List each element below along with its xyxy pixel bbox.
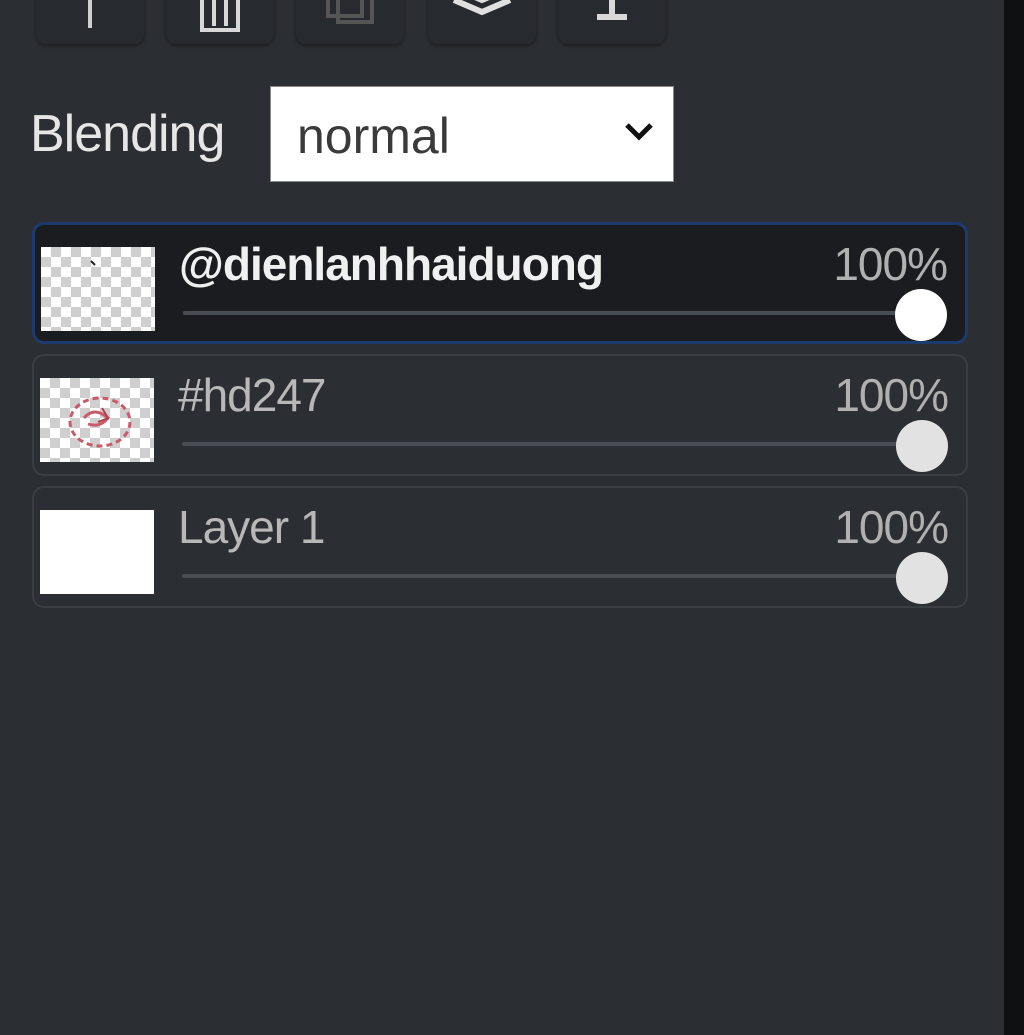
- layer-item[interactable]: #hd247 100%: [32, 354, 968, 476]
- opacity-slider-handle[interactable]: [896, 420, 948, 472]
- opacity-slider-track[interactable]: [182, 574, 922, 578]
- layer-opacity-value: 100%: [834, 369, 949, 421]
- delete-layer-button[interactable]: [166, 0, 274, 44]
- opacity-slider-handle[interactable]: [896, 552, 948, 604]
- opacity-slider-track[interactable]: [182, 442, 922, 446]
- layer-name: #hd247: [178, 369, 326, 421]
- layer-name: Layer 1: [178, 501, 325, 553]
- new-layer-button[interactable]: [428, 0, 536, 44]
- panel-edge: [1004, 0, 1024, 1035]
- blending-select[interactable]: normal: [270, 86, 674, 182]
- blending-label: Blending: [30, 105, 225, 163]
- layer-thumbnail: [40, 510, 154, 594]
- merge-down-button[interactable]: [558, 0, 666, 44]
- layer-opacity-value: 100%: [834, 501, 949, 553]
- layer-item[interactable]: @dienlanhhaiduong 100%: [32, 222, 968, 344]
- duplicate-layer-button[interactable]: [296, 0, 404, 44]
- chevron-down-icon: [623, 121, 655, 148]
- opacity-slider-handle[interactable]: [895, 289, 947, 341]
- layer-name: @dienlanhhaiduong: [179, 238, 604, 290]
- layers-panel: Blending normal @dienlanhhaiduong 100% #…: [0, 0, 1004, 1035]
- layer-thumbnail: [40, 378, 154, 462]
- blending-value: normal: [297, 108, 450, 164]
- layer-opacity-value: 100%: [833, 238, 948, 290]
- arrow-button[interactable]: [36, 0, 144, 44]
- layer-thumbnail: [41, 247, 155, 331]
- layer-item[interactable]: Layer 1 100%: [32, 486, 968, 608]
- opacity-slider-track[interactable]: [183, 311, 921, 315]
